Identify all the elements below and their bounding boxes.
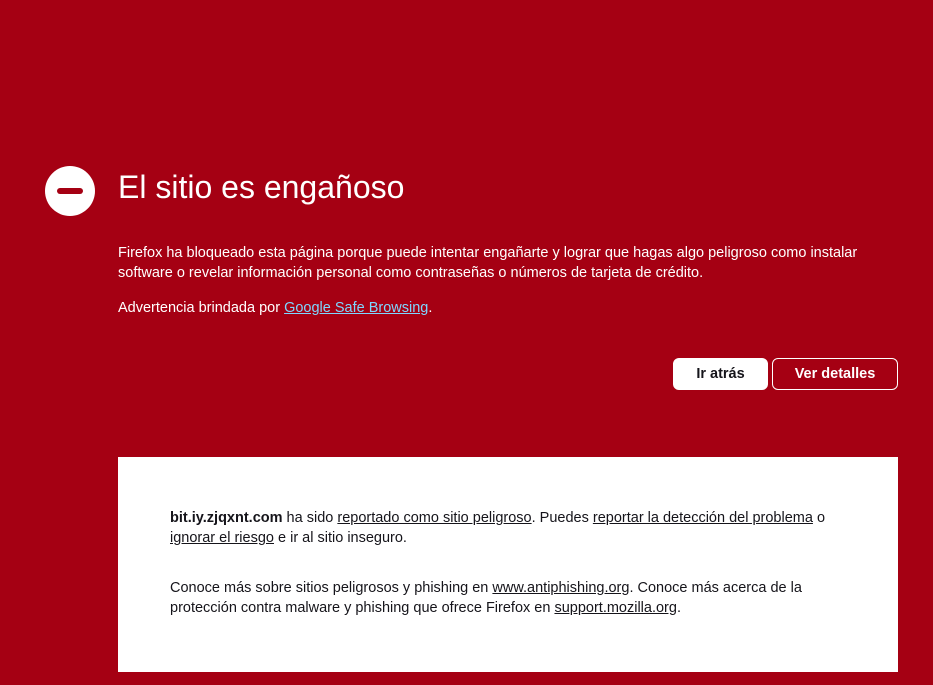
advisory-suffix: . [428, 300, 433, 316]
reported-dangerous-link[interactable]: reportado como sitio peligroso [337, 510, 531, 526]
blocked-icon-bar [57, 188, 83, 194]
warning-description: Firefox ha bloqueado esta página porque … [118, 245, 858, 281]
blocked-icon [45, 166, 95, 216]
deceptive-site-warning-page: El sitio es engañoso Firefox ha bloquead… [0, 0, 933, 685]
go-back-button[interactable]: Ir atrás [673, 358, 768, 390]
advisory-prefix: Advertencia brindada por [118, 300, 285, 316]
details-panel: bit.iy.zjqxnt.com ha sido reportado como… [118, 457, 898, 672]
learn-more-text: Conoce más sobre sitios peligrosos y phi… [170, 580, 493, 596]
page-title: El sitio es engañoso [118, 169, 405, 205]
antiphishing-link[interactable]: www.antiphishing.org [492, 580, 629, 596]
details-text: e ir al sitio inseguro. [273, 530, 407, 546]
site-host: bit.iy.zjqxnt.com [170, 510, 283, 526]
google-safe-browsing-link[interactable]: Google Safe Browsing [284, 300, 428, 316]
report-detection-error-link[interactable]: reportar la detección del problema [593, 510, 813, 526]
details-text: ha sido [282, 510, 338, 526]
see-details-button[interactable]: Ver detalles [772, 358, 898, 390]
details-learn-more-paragraph: Conoce más sobre sitios peligrosos y phi… [170, 578, 846, 618]
details-report-paragraph: bit.iy.zjqxnt.com ha sido reportado como… [170, 508, 846, 548]
mozilla-support-link[interactable]: support.mozilla.org [554, 600, 677, 616]
advisory-text: Advertencia brindada por Google Safe Bro… [118, 298, 432, 318]
details-text: . Puedes [531, 510, 593, 526]
ignore-risk-link[interactable]: ignorar el riesgo [170, 530, 274, 546]
details-text: o [812, 510, 826, 526]
learn-more-text: . [676, 600, 681, 616]
